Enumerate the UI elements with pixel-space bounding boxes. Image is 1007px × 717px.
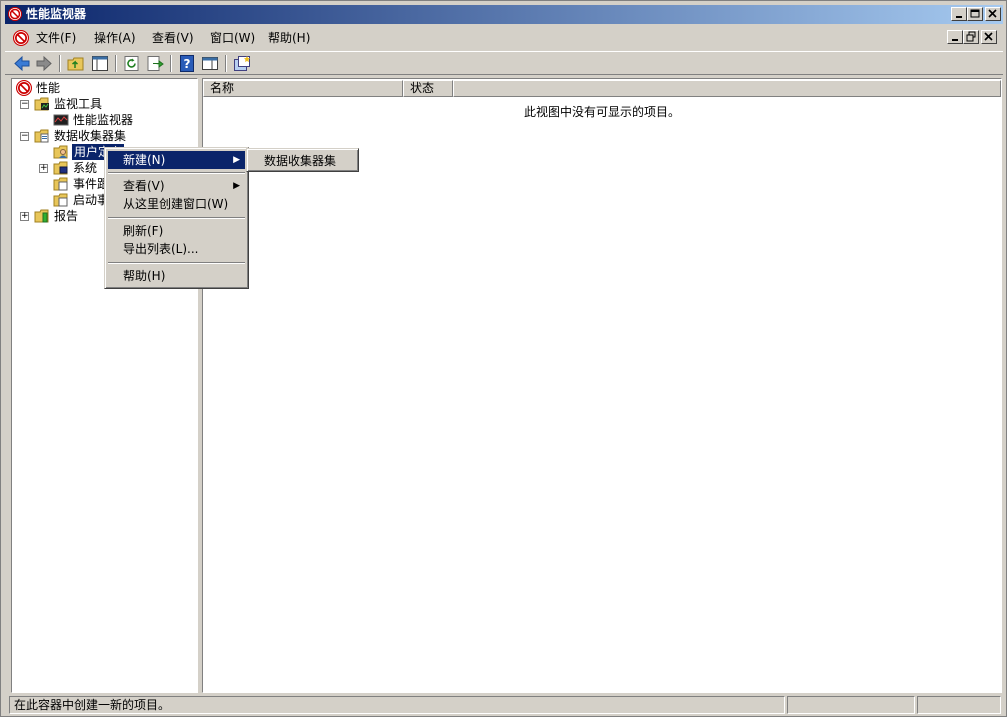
menu-action[interactable]: 操作(A): [94, 30, 136, 46]
column-header-filler: [453, 80, 1001, 97]
context-menu-refresh[interactable]: 刷新(F): [108, 222, 245, 240]
tree-label: 数据收集器集: [54, 129, 127, 143]
maximize-button[interactable]: [967, 7, 983, 21]
menu-separator: [108, 172, 245, 174]
status-panel: [917, 696, 1001, 714]
menu-item-label: 从这里创建窗口(W): [123, 197, 229, 211]
minimize-button[interactable]: [951, 7, 967, 21]
expand-toggle[interactable]: +: [39, 164, 48, 173]
tree-label: 报告: [54, 209, 79, 223]
perf-monitor-icon: [53, 114, 69, 126]
context-menu-new[interactable]: 新建(N) ▶: [108, 151, 245, 169]
system-folder-icon: [53, 161, 68, 175]
maximize-icon: [970, 9, 980, 18]
context-menu-export[interactable]: 导出列表(L)...: [108, 240, 245, 258]
mdi-child-icon[interactable]: [13, 30, 29, 46]
submenu-data-collector-set[interactable]: 数据收集器集: [249, 152, 356, 170]
menu-help[interactable]: 帮助(H): [268, 30, 310, 46]
menu-window[interactable]: 窗口(W): [210, 30, 255, 46]
menu-view[interactable]: 查看(V): [152, 30, 194, 46]
menu-item-label: 帮助(H): [123, 269, 166, 283]
event-trace-icon: [53, 177, 68, 191]
tree-label: 性能监视器: [73, 113, 134, 127]
menu-item-label: 新建(N): [123, 153, 166, 167]
startup-event-icon: [53, 193, 68, 207]
toolbar-separator: [170, 55, 172, 72]
refresh-icon[interactable]: [123, 55, 141, 72]
menu-separator: [108, 262, 245, 264]
new-submenu: 数据收集器集: [246, 148, 359, 172]
child-minimize-button[interactable]: [947, 30, 963, 44]
show-hide-tree-icon[interactable]: [91, 55, 109, 72]
child-restore-button[interactable]: [963, 30, 979, 44]
main-window: 性能监视器 文件(F) 操作(A) 查看(V) 窗口(W) 帮助(H) ? 性能…: [0, 0, 1007, 717]
forward-icon[interactable]: [35, 55, 53, 72]
submenu-arrow-icon: ▶: [233, 155, 240, 165]
collapse-toggle[interactable]: −: [20, 100, 29, 109]
menu-file[interactable]: 文件(F): [36, 30, 76, 46]
close-icon: [984, 32, 993, 41]
up-folder-icon[interactable]: [67, 55, 85, 72]
tree-label: 系统: [73, 161, 98, 175]
status-panel: [787, 696, 915, 714]
title-bar[interactable]: 性能监视器: [5, 5, 1003, 24]
data-collector-folder-icon: [34, 129, 49, 143]
perfmon-app-icon: [8, 7, 22, 21]
restore-icon: [966, 31, 976, 42]
expand-toggle[interactable]: +: [20, 212, 29, 221]
back-icon[interactable]: [13, 55, 31, 72]
menu-separator: [108, 217, 245, 219]
svg-text:?: ?: [184, 57, 191, 71]
export-list-icon[interactable]: [146, 55, 164, 72]
close-button[interactable]: [985, 7, 1001, 21]
column-header-status[interactable]: 状态: [403, 80, 453, 97]
show-hide-action-pane-icon[interactable]: [201, 55, 219, 72]
minimize-icon: [956, 16, 962, 18]
help-icon[interactable]: ?: [178, 55, 196, 72]
context-menu: 新建(N) ▶ 查看(V) ▶ 从这里创建窗口(W) 刷新(F) 导出列表(L)…: [104, 147, 249, 289]
perfmon-icon: [16, 80, 32, 96]
user-folder-icon: [53, 145, 68, 159]
new-window-icon[interactable]: [233, 55, 251, 72]
child-close-button[interactable]: [981, 30, 997, 44]
window-title: 性能监视器: [26, 7, 87, 21]
tree-label: 性能: [36, 81, 61, 95]
toolbar-separator: [225, 55, 227, 72]
menu-bar: 文件(F) 操作(A) 查看(V) 窗口(W) 帮助(H): [5, 27, 1003, 49]
menu-item-label: 数据收集器集: [264, 154, 337, 168]
context-menu-help[interactable]: 帮助(H): [108, 267, 245, 285]
toolbar: ?: [5, 51, 1003, 75]
tree-label: 监视工具: [54, 97, 103, 111]
toolbar-separator: [115, 55, 117, 72]
menu-item-label: 刷新(F): [123, 224, 164, 238]
empty-list-message: 此视图中没有可显示的项目。: [523, 105, 680, 119]
context-menu-new-window[interactable]: 从这里创建窗口(W): [108, 195, 245, 213]
minimize-icon: [952, 39, 958, 41]
context-menu-view[interactable]: 查看(V) ▶: [108, 177, 245, 195]
folder-chart-icon: [34, 97, 49, 111]
menu-item-label: 查看(V): [123, 179, 165, 193]
status-text: 在此容器中创建一新的项目。: [9, 696, 785, 714]
collapse-toggle[interactable]: −: [20, 132, 29, 141]
reports-folder-icon: [34, 209, 49, 223]
status-bar: 在此容器中创建一新的项目。: [5, 696, 1003, 714]
close-icon: [988, 9, 997, 18]
submenu-arrow-icon: ▶: [233, 181, 240, 191]
menu-item-label: 导出列表(L)...: [123, 242, 199, 256]
toolbar-separator: [59, 55, 61, 72]
column-header-name[interactable]: 名称: [203, 80, 403, 97]
